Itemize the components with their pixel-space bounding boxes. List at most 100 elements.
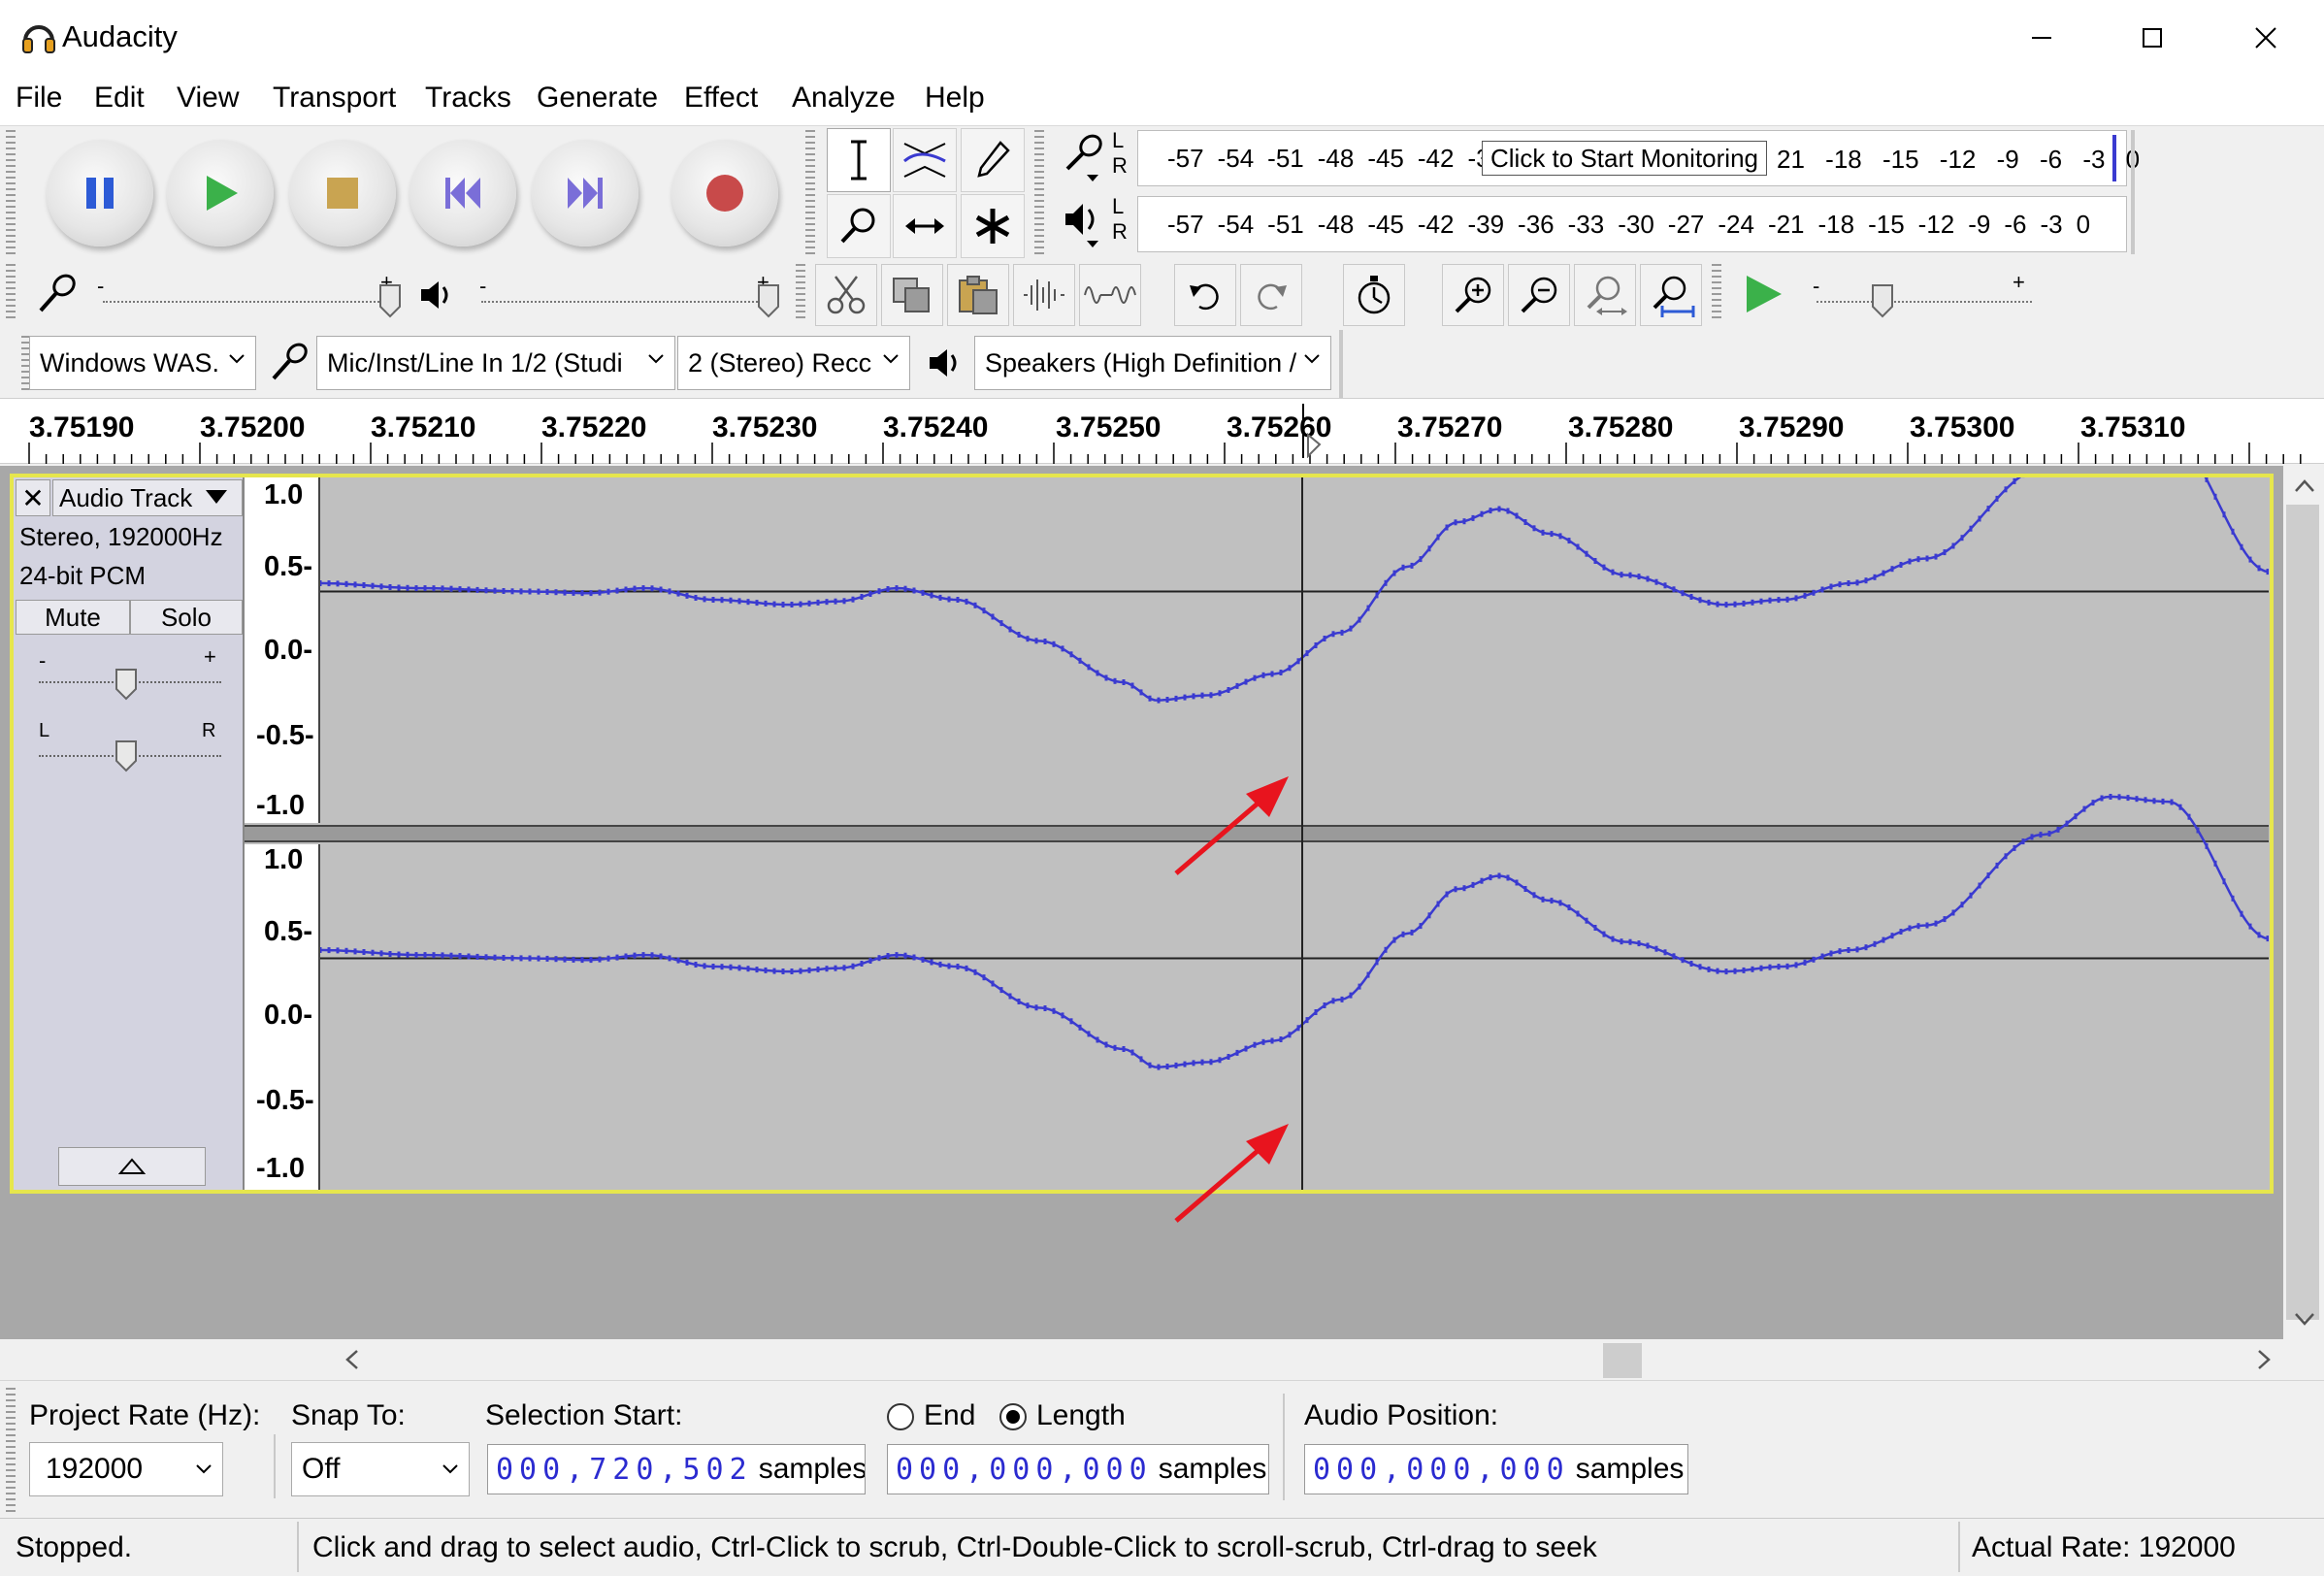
- stop-button[interactable]: [289, 140, 396, 246]
- pan-slider-thumb[interactable]: [115, 739, 138, 772]
- skip-to-end-button[interactable]: [532, 140, 638, 246]
- minimize-button[interactable]: [1991, 0, 2092, 76]
- speed-track[interactable]: [1817, 301, 2032, 303]
- menu-help[interactable]: Help: [925, 82, 985, 115]
- recording-device-select[interactable]: Mic/Inst/Line In 1/2 (Studi: [316, 336, 675, 390]
- redo-button[interactable]: [1240, 264, 1302, 326]
- multi-tool[interactable]: [961, 194, 1025, 258]
- zoom-tool[interactable]: [827, 194, 891, 258]
- menu-effect[interactable]: Effect: [684, 82, 758, 115]
- sample-point: [1978, 515, 1981, 522]
- selection-start-field[interactable]: 000,720,502 samples: [487, 1444, 866, 1494]
- collapse-track-button[interactable]: [58, 1147, 206, 1186]
- sample-point: [1864, 577, 1868, 584]
- track-menu-button[interactable]: Audio Track: [52, 479, 243, 516]
- fit-project-button[interactable]: [1640, 264, 1702, 326]
- play-button[interactable]: [167, 140, 274, 246]
- sample-point: [1130, 682, 1134, 689]
- audio-position-field[interactable]: 000,000,000 samples: [1304, 1444, 1688, 1494]
- scroll-right-icon[interactable]: [2251, 1347, 2276, 1372]
- record-icon: [706, 175, 743, 212]
- toolbar-grip[interactable]: [1712, 264, 1721, 320]
- annotation-arrow-icon: [1174, 776, 1289, 875]
- record-meter-tick: -6: [2039, 145, 2063, 174]
- record-meter[interactable]: -57 -54 -51 -48 -45 -42 -3 Click to Star…: [1137, 130, 2140, 186]
- snap-to-select[interactable]: Off: [291, 1442, 470, 1496]
- zoom-out-button[interactable]: [1508, 264, 1570, 326]
- ruler-tick-label: 3.75230: [712, 411, 818, 443]
- play-head-marker-icon[interactable]: [1306, 432, 1322, 459]
- recording-volume-track[interactable]: [103, 301, 394, 303]
- close-button[interactable]: [2215, 0, 2316, 76]
- toolbar-grip[interactable]: [805, 130, 815, 254]
- undo-button[interactable]: [1174, 264, 1236, 326]
- menu-generate[interactable]: Generate: [537, 82, 658, 115]
- toolbar-grip[interactable]: [6, 264, 16, 320]
- mute-button[interactable]: Mute: [16, 600, 130, 635]
- playback-meter[interactable]: -57 -54 -51 -48 -45 -42 -39 -36 -33 -30 …: [1137, 196, 2127, 252]
- envelope-tool[interactable]: [893, 128, 957, 192]
- gain-slider-thumb[interactable]: [115, 668, 138, 701]
- time-shift-tool[interactable]: [893, 194, 957, 258]
- record-meter-mic-icon[interactable]: [1062, 130, 1110, 184]
- solo-button[interactable]: Solo: [130, 600, 243, 635]
- cut-button[interactable]: [815, 264, 877, 326]
- trim-audio-button[interactable]: [1013, 264, 1075, 326]
- sample-point: [694, 962, 698, 968]
- sample-point: [1724, 602, 1728, 608]
- pause-button[interactable]: [47, 140, 153, 246]
- sample-point: [790, 969, 794, 974]
- play-at-speed-button[interactable]: [1739, 270, 1787, 318]
- project-rate-select[interactable]: 192000: [29, 1442, 223, 1496]
- track-close-button[interactable]: ✕: [16, 479, 50, 516]
- menu-file[interactable]: File: [16, 82, 62, 115]
- menu-tracks[interactable]: Tracks: [425, 82, 511, 115]
- scroll-left-icon[interactable]: [340, 1347, 365, 1372]
- playback-volume-track[interactable]: [481, 301, 772, 303]
- playback-volume-slider-thumb[interactable]: [757, 283, 780, 318]
- copy-button[interactable]: [881, 264, 943, 326]
- menu-transport[interactable]: Transport: [273, 82, 396, 115]
- zoom-in-button[interactable]: [1442, 264, 1504, 326]
- toolbar-grip[interactable]: [6, 1388, 16, 1512]
- record-button[interactable]: [671, 140, 778, 246]
- sample-point: [650, 952, 654, 959]
- sample-point: [860, 594, 864, 600]
- scroll-up-icon[interactable]: [2292, 474, 2317, 499]
- horizontal-scroll-thumb[interactable]: [1603, 1343, 1642, 1378]
- playback-device-select[interactable]: Speakers (High Definition /: [974, 336, 1331, 390]
- playback-meter-speaker-icon[interactable]: [1062, 196, 1110, 250]
- paste-button[interactable]: [947, 264, 1009, 326]
- recording-channels-select[interactable]: 2 (Stereo) Recc: [677, 336, 910, 390]
- vruler-label: 0.0-: [264, 1000, 312, 1031]
- menu-analyze[interactable]: Analyze: [792, 82, 896, 115]
- sample-point: [842, 598, 846, 605]
- draw-tool[interactable]: [961, 128, 1025, 192]
- audio-host-select[interactable]: Windows WAS.: [29, 336, 256, 390]
- sample-point: [816, 599, 820, 606]
- speed-slider-thumb[interactable]: [1871, 283, 1894, 318]
- end-radio[interactable]: [885, 1401, 916, 1432]
- end-radio-label[interactable]: End: [924, 1399, 975, 1432]
- skip-to-start-button[interactable]: [409, 140, 516, 246]
- fit-selection-button[interactable]: [1574, 264, 1636, 326]
- selection-tool[interactable]: [827, 128, 891, 192]
- recording-volume-slider-thumb[interactable]: [378, 283, 402, 318]
- sample-point: [563, 956, 567, 963]
- toolbar-grip[interactable]: [1034, 130, 1044, 254]
- length-radio[interactable]: [998, 1401, 1029, 1432]
- sample-point: [1873, 574, 1877, 580]
- length-radio-label[interactable]: Length: [1036, 1399, 1126, 1432]
- toolbar-grip[interactable]: [6, 130, 16, 254]
- selection-length-field[interactable]: 000,000,000 samples: [887, 1444, 1269, 1494]
- toolbar-grip[interactable]: [796, 264, 805, 320]
- vertical-scroll-thumb[interactable]: [2286, 505, 2319, 1320]
- silence-audio-button[interactable]: [1079, 264, 1141, 326]
- scroll-down-icon[interactable]: [2292, 1306, 2317, 1331]
- maximize-button[interactable]: [2102, 0, 2203, 76]
- sample-point: [807, 600, 811, 607]
- menu-view[interactable]: View: [177, 82, 239, 115]
- menu-edit[interactable]: Edit: [94, 82, 145, 115]
- sync-lock-button[interactable]: [1343, 264, 1405, 326]
- sample-point: [1916, 923, 1920, 930]
